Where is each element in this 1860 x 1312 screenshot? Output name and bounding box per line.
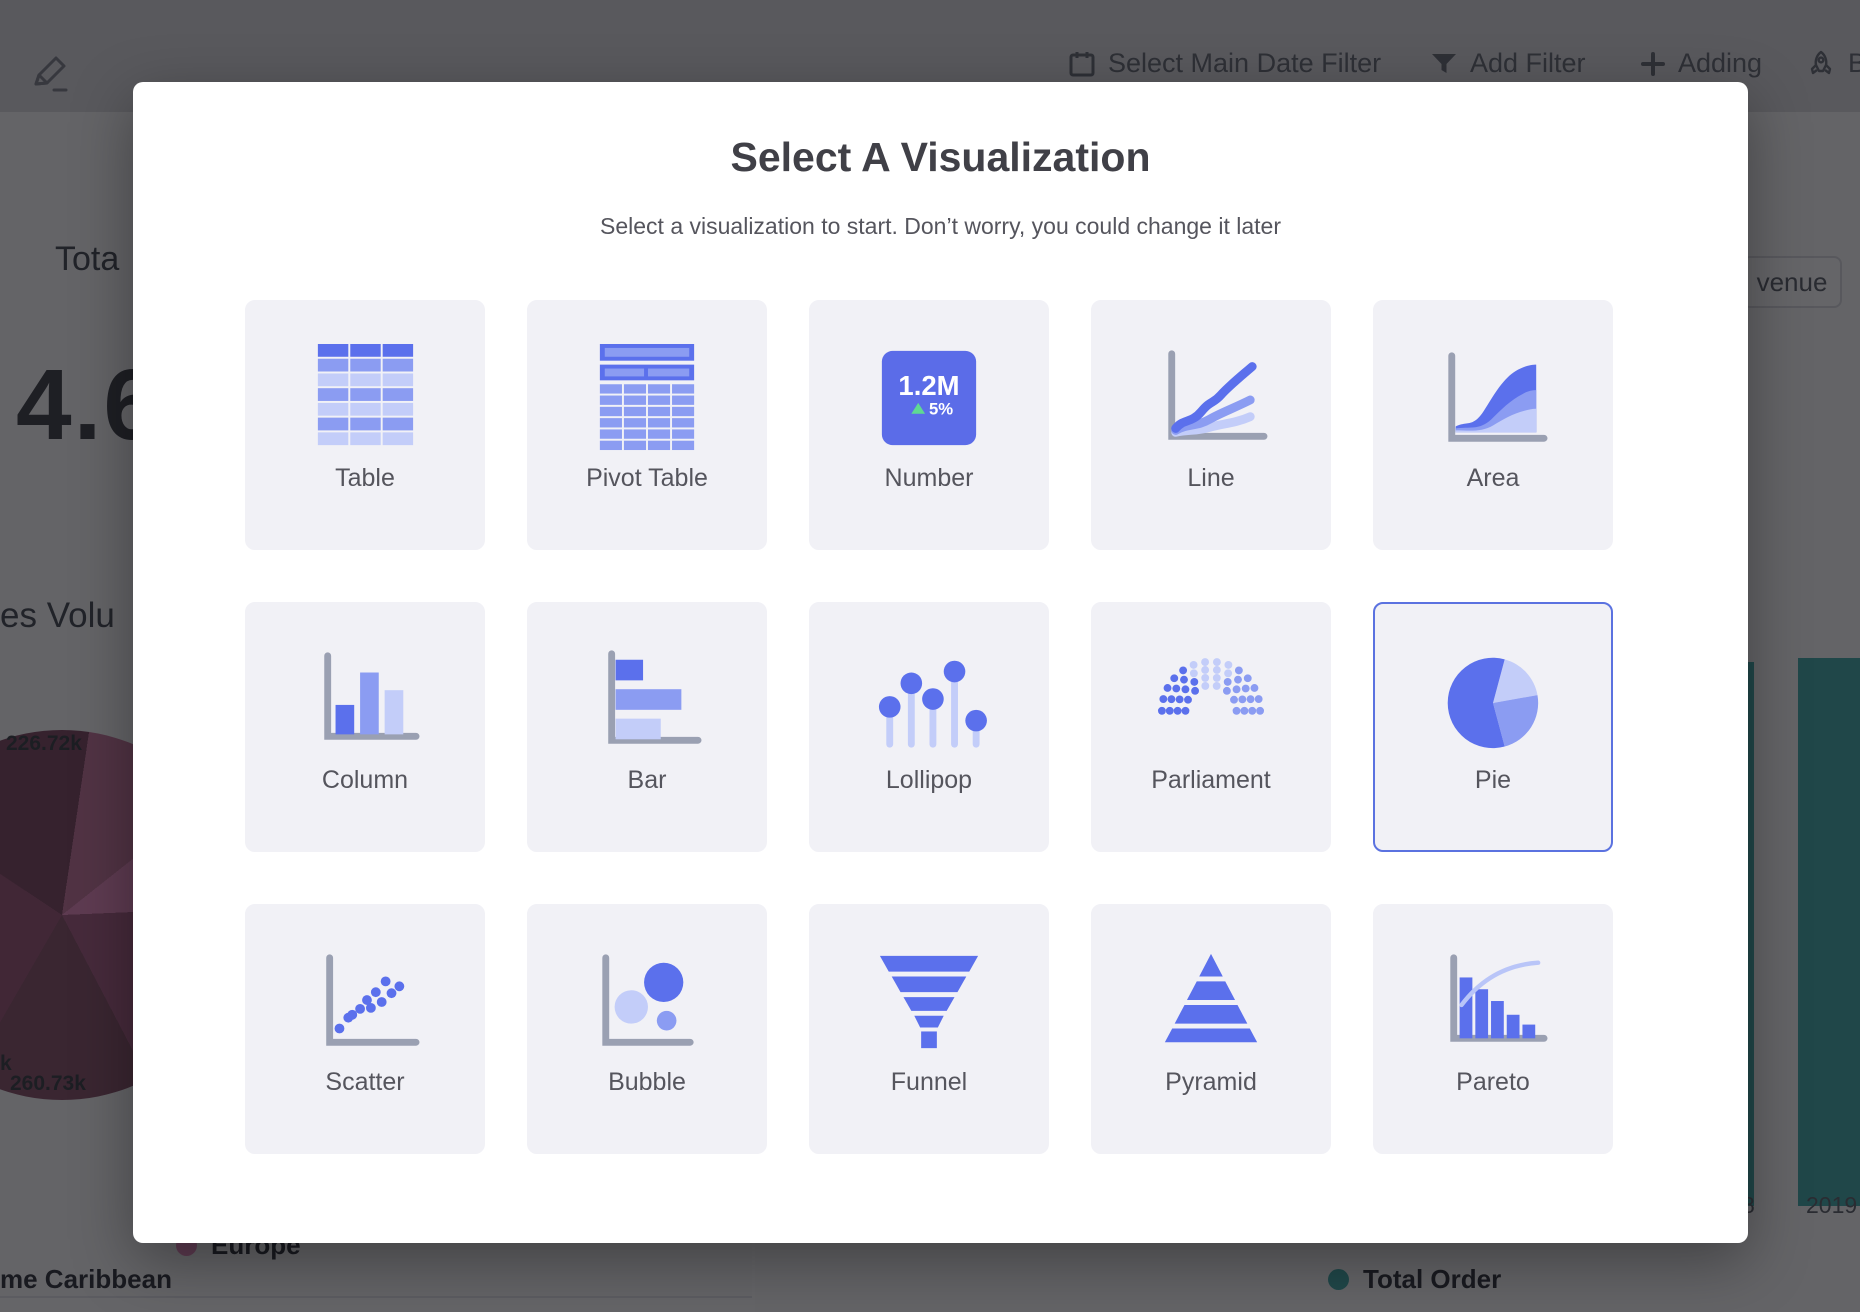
tile-label: Table [335,464,395,493]
pareto-chart-icon [1434,948,1552,1056]
tile-label: Area [1467,464,1520,493]
viz-tile-parliament[interactable]: Parliament [1091,602,1331,852]
tile-label: Scatter [325,1068,404,1097]
scatter-chart-icon [306,948,424,1056]
viz-tile-column[interactable]: Column [245,602,485,852]
viz-tile-pivot-table[interactable]: Pivot Table [527,300,767,550]
tile-label: Bar [628,766,667,795]
viz-tile-funnel[interactable]: Funnel [809,904,1049,1154]
viz-tile-scatter[interactable]: Scatter [245,904,485,1154]
select-visualization-modal: Select A Visualization Select a visualiz… [133,82,1748,1243]
viz-tile-table[interactable]: Table [245,300,485,550]
tile-label: Column [322,766,408,795]
bubble-chart-icon [588,948,706,1056]
area-chart-icon [1434,344,1552,452]
tile-label: Bubble [608,1068,686,1097]
line-chart-icon [1152,344,1270,452]
number-kpi-icon: 1.2M 5% [870,344,988,452]
column-chart-icon [306,646,424,754]
viz-tile-area[interactable]: Area [1373,300,1613,550]
bar-chart-icon [588,646,706,754]
tile-label: Number [885,464,974,493]
viz-tile-lollipop[interactable]: Lollipop [809,602,1049,852]
app-root: Select Main Date Filter Add Filter Addin… [0,0,1860,1312]
pivot-table-chart-icon [588,344,706,452]
tile-label: Pyramid [1165,1068,1257,1097]
viz-tile-bubble[interactable]: Bubble [527,904,767,1154]
tile-label: Lollipop [886,766,972,795]
number-icon-value: 1.2M [898,370,959,401]
number-icon-delta: 5% [929,400,953,419]
tile-label: Parliament [1151,766,1271,795]
visualization-grid: Table Pivot Table 1.2M 5% Number [245,300,1748,1154]
viz-tile-pareto[interactable]: Pareto [1373,904,1613,1154]
tile-label: Funnel [891,1068,967,1097]
viz-tile-number[interactable]: 1.2M 5% Number [809,300,1049,550]
viz-tile-pie[interactable]: Pie [1373,602,1613,852]
parliament-chart-icon [1152,646,1270,754]
funnel-chart-icon [870,948,988,1056]
tile-label: Pareto [1456,1068,1530,1097]
tile-label: Pie [1475,766,1511,795]
modal-subtitle: Select a visualization to start. Don’t w… [133,212,1748,240]
table-chart-icon [306,344,424,452]
viz-tile-pyramid[interactable]: Pyramid [1091,904,1331,1154]
tile-label: Pivot Table [586,464,708,493]
viz-tile-line[interactable]: Line [1091,300,1331,550]
pyramid-chart-icon [1152,948,1270,1056]
lollipop-chart-icon [870,646,988,754]
pie-chart-icon [1434,646,1552,754]
modal-title: Select A Visualization [133,132,1748,182]
tile-label: Line [1187,464,1234,493]
viz-tile-bar[interactable]: Bar [527,602,767,852]
